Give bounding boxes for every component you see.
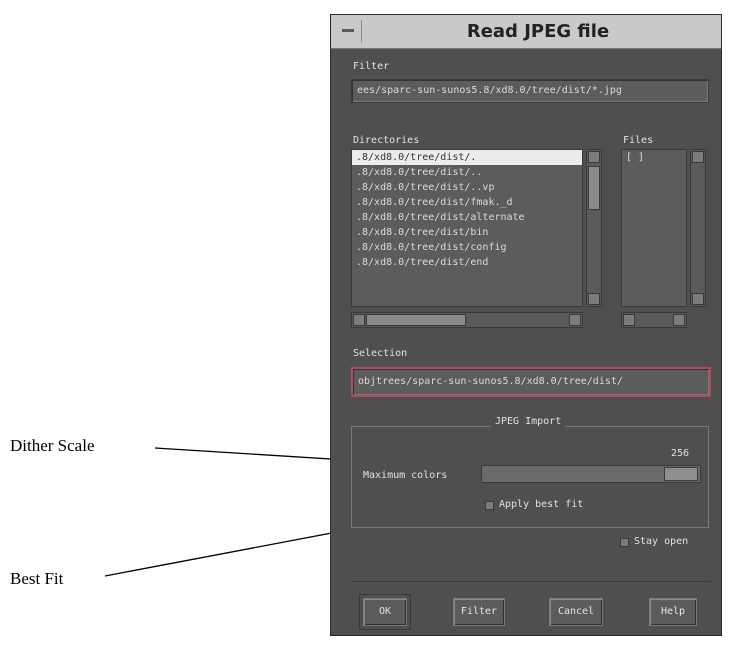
- dialog-title: Read JPEG file: [466, 21, 610, 42]
- list-item[interactable]: .8/xd8.0/tree/dist/.: [352, 150, 582, 165]
- scrollbar-thumb[interactable]: [588, 166, 600, 210]
- jpeg-import-title: JPEG Import: [491, 416, 566, 427]
- filter-button[interactable]: Filter: [453, 598, 505, 626]
- directories-list[interactable]: .8/xd8.0/tree/dist/. .8/xd8.0/tree/dist/…: [351, 149, 583, 307]
- list-item[interactable]: .8/xd8.0/tree/dist/alternate: [352, 210, 582, 225]
- directories-hscroll[interactable]: [351, 312, 583, 328]
- selection-label: Selection: [353, 348, 408, 359]
- ok-button[interactable]: OK: [359, 594, 411, 630]
- list-item[interactable]: .8/xd8.0/tree/dist/..: [352, 165, 582, 180]
- max-colors-label: Maximum colors: [363, 470, 448, 481]
- stay-open-label: Stay open: [634, 536, 689, 547]
- window-menu-icon[interactable]: [335, 20, 362, 42]
- cancel-button[interactable]: Cancel: [549, 598, 603, 626]
- scroll-down-arrow-icon[interactable]: [588, 293, 600, 305]
- list-item[interactable]: .8/xd8.0/tree/dist/fmak._d: [352, 195, 582, 210]
- scrollbar-thumb[interactable]: [366, 314, 466, 326]
- directories-label: Directories: [353, 135, 420, 146]
- list-item[interactable]: .8/xd8.0/tree/dist/config: [352, 240, 582, 255]
- max-colors-value: 256: [671, 448, 690, 459]
- scroll-up-arrow-icon[interactable]: [588, 151, 600, 163]
- list-item[interactable]: .8/xd8.0/tree/dist/end: [352, 255, 582, 270]
- list-item[interactable]: .8/xd8.0/tree/dist/..vp: [352, 180, 582, 195]
- scroll-down-arrow-icon[interactable]: [692, 293, 704, 305]
- scroll-right-arrow-icon[interactable]: [569, 314, 581, 326]
- stay-open-checkbox[interactable]: [620, 538, 629, 547]
- files-label: Files: [623, 135, 654, 146]
- title-bar[interactable]: Read JPEG file: [331, 15, 721, 49]
- selection-input[interactable]: objtrees/sparc-sun-sunos5.8/xd8.0/tree/d…: [351, 367, 711, 397]
- scroll-up-arrow-icon[interactable]: [692, 151, 704, 163]
- scroll-left-arrow-icon[interactable]: [353, 314, 365, 326]
- max-colors-slider[interactable]: [481, 465, 701, 483]
- scroll-left-arrow-icon[interactable]: [623, 314, 635, 326]
- apply-best-fit-label: Apply best fit: [499, 499, 584, 510]
- files-vscroll[interactable]: [690, 149, 706, 307]
- help-button[interactable]: Help: [649, 598, 697, 626]
- directories-vscroll[interactable]: [586, 149, 602, 307]
- files-hscroll[interactable]: [621, 312, 687, 328]
- list-item[interactable]: .8/xd8.0/tree/dist/bin: [352, 225, 582, 240]
- list-item[interactable]: [ ]: [622, 150, 686, 165]
- apply-best-fit-checkbox[interactable]: [485, 501, 494, 510]
- filter-input[interactable]: ees/sparc-sun-sunos5.8/xd8.0/tree/dist/*…: [351, 79, 709, 103]
- slider-thumb[interactable]: [664, 467, 698, 481]
- filter-label: Filter: [353, 61, 390, 72]
- files-list[interactable]: [ ]: [621, 149, 687, 307]
- read-jpeg-dialog: Read JPEG file Filter ees/sparc-sun-suno…: [330, 14, 722, 636]
- scroll-right-arrow-icon[interactable]: [673, 314, 685, 326]
